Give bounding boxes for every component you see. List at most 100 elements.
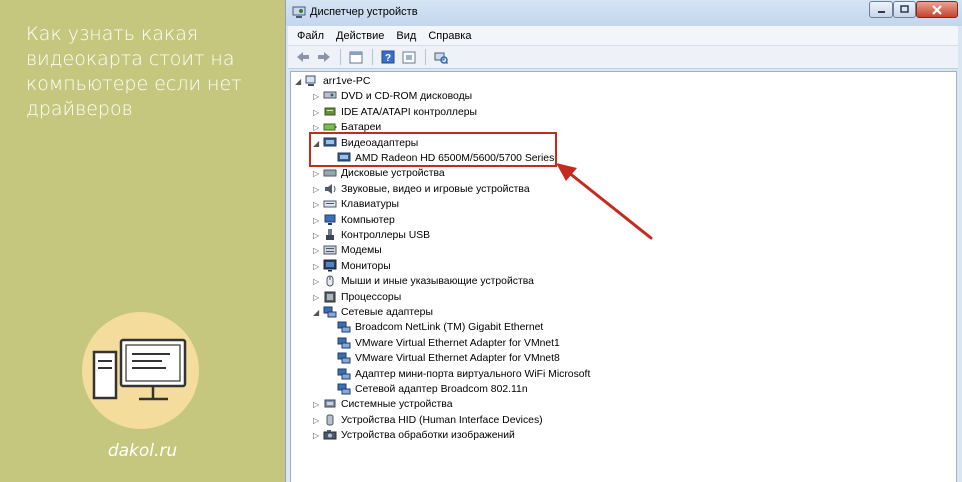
dvd-drive-icon [323,91,337,99]
computer-illustration-icon [82,312,199,429]
tree-item-label: arr1ve-PC [323,76,371,87]
tree-category-item[interactable]: ▷ Мониторы [313,259,391,274]
maximize-icon [900,5,909,13]
expand-arrow-icon[interactable]: ▷ [313,428,323,443]
tree-item-label: Сетевой адаптер Broadcom 802.11n [355,384,528,395]
tree-item-label: VMware Virtual Ethernet Adapter for VMne… [355,337,560,349]
tree-item-label: Устройства обработки изображений [341,430,515,442]
expand-arrow-icon[interactable]: ▷ [313,274,323,289]
network-adapter-icon [337,321,351,333]
title-bar[interactable]: Диспетчер устройств [286,0,962,26]
menu-bar: Файл Действие Вид Справка [288,26,958,45]
back-button[interactable] [294,48,312,66]
tree-category-item[interactable]: ▷ Процессоры [313,290,401,305]
processor-icon [324,291,336,303]
tree-category-item[interactable]: ▷ Устройства обработки изображений [313,428,515,443]
tree-device-item[interactable]: VMware Virtual Ethernet Adapter for VMne… [327,336,560,351]
network-adapter-icon [337,352,351,364]
toolbar-separator [372,49,373,65]
highlight-box [309,132,557,167]
tree-root[interactable]: ◢ arr1ve-PC [295,74,370,89]
expand-arrow-icon[interactable]: ▷ [313,397,323,412]
expand-arrow-icon[interactable]: ▷ [313,290,323,305]
properties-button[interactable] [347,48,365,66]
expand-arrow-icon[interactable]: ▷ [313,413,323,428]
toolbar-separator [425,49,426,65]
usb-icon [326,229,334,240]
modem-icon [323,245,337,255]
minimize-icon [877,11,885,13]
menu-view[interactable]: Вид [390,30,422,42]
tree-item-label: DVD и CD-ROM дисководы [341,91,473,103]
hid-icon [326,414,334,426]
network-adapter-icon [337,337,351,349]
tree-item-label: IDE ATA/ATAPI контроллеры [341,106,477,118]
expand-arrow-icon[interactable]: ▷ [313,213,323,228]
ide-controller-icon [324,107,336,116]
menu-action[interactable]: Действие [330,30,390,42]
tree-device-item[interactable]: VMware Virtual Ethernet Adapter for VMne… [327,351,560,366]
tree-category-item[interactable]: ▷ Мыши и иные указывающие устройства [313,274,534,289]
tree-device-item[interactable]: Сетевой адаптер Broadcom 802.11n [327,382,528,397]
tree-category-item[interactable]: ▷ Клавиатуры [313,197,399,212]
tree-category-item[interactable]: ▷ Контроллеры USB [313,228,430,243]
forward-arrow-icon [318,52,330,62]
help-button[interactable]: ? [379,48,397,66]
expand-arrow-icon[interactable]: ▷ [313,105,323,120]
tree-category-item[interactable]: ▷ DVD и CD-ROM дисководы [313,89,472,104]
scan-hardware-button[interactable] [432,48,450,66]
menu-file[interactable]: Файл [288,30,330,42]
tree-category-item[interactable]: ◢ Сетевые адаптеры [313,305,433,320]
expand-arrow-icon[interactable]: ▷ [313,166,323,181]
tree-category-item[interactable]: ▷ Устройства HID (Human Interface Devices… [313,413,543,428]
camera-icon [323,430,337,440]
tree-item-label: Broadcom NetLink (TM) Gigabit Ethernet [355,322,544,334]
close-button[interactable] [916,1,958,18]
tree-item-label: Устройства HID (Human Interface Devices) [341,414,543,426]
tree-item-label: Компьютер [341,214,395,226]
tree-item-label: Контроллеры USB [341,230,431,241]
tree-category-item[interactable]: ▷ Дисковые устройства [313,166,445,181]
svg-text:?: ? [385,53,391,64]
menu-help[interactable]: Справка [422,30,477,42]
tree-category-item[interactable]: ▷ Системные устройства [313,397,452,412]
tree-item-label: VMware Virtual Ethernet Adapter for VMne… [355,353,560,365]
expand-arrow-icon[interactable]: ▷ [313,228,323,243]
tree-category-item[interactable]: ▷ Звуковые, видео и игровые устройства [313,182,530,197]
mouse-icon [326,275,334,287]
keyboard-icon [323,200,337,208]
system-device-icon [324,399,336,408]
tree-item-label: Адаптер мини-порта виртуального WiFi Mic… [355,368,591,380]
collapse-arrow-icon[interactable]: ◢ [295,74,305,89]
expand-arrow-icon[interactable]: ▷ [313,197,323,212]
tree-device-item[interactable]: Broadcom NetLink (TM) Gigabit Ethernet [327,320,543,335]
tree-category-item[interactable]: ▷ IDE ATA/ATAPI контроллеры [313,105,477,120]
back-arrow-icon [297,52,309,62]
maximize-button[interactable] [893,1,916,18]
expand-arrow-icon[interactable]: ▷ [313,243,323,258]
article-panel: Как узнать какая видеокарта стоит на ком… [0,0,285,482]
properties-icon [349,51,363,63]
tree-item-label: Клавиатуры [341,199,399,211]
tree-item-label: Звуковые, видео и игровые устройства [341,183,530,195]
tree-category-item[interactable]: ▷ Модемы [313,243,382,258]
forward-button[interactable] [315,48,333,66]
expand-arrow-icon[interactable]: ▷ [313,182,323,197]
expand-arrow-icon[interactable]: ▷ [313,89,323,104]
minimize-button[interactable] [869,1,893,18]
tree-item-label: Мониторы [341,260,391,272]
tree-device-item[interactable]: Адаптер мини-порта виртуального WiFi Mic… [327,367,590,382]
toolbar-separator [340,49,341,65]
network-adapter-icon [323,306,337,318]
article-title: Как узнать какая видеокарта стоит на ком… [26,23,242,120]
tree-item-label: Мыши и иные указывающие устройства [341,276,534,288]
tree-category-item[interactable]: ▷ Компьютер [313,213,395,228]
expand-arrow-icon[interactable]: ▷ [313,259,323,274]
tree-item-label: Модемы [341,245,382,257]
show-hidden-button[interactable] [400,48,418,66]
tree-item-label: Системные устройства [341,399,453,411]
show-hidden-icon [402,51,416,63]
window-title: Диспетчер устройств [310,6,418,18]
tree-item-label: Процессоры [341,291,402,303]
collapse-arrow-icon[interactable]: ◢ [313,305,323,320]
